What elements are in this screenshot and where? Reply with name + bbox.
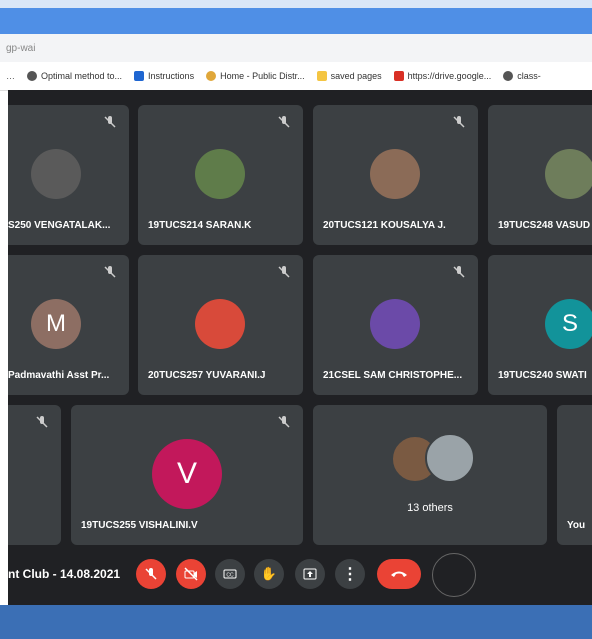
participant-tile[interactable]: 20TUCS257 YUVARANI.J: [138, 255, 303, 395]
url-text: gp-wai: [6, 43, 36, 54]
participant-name: S250 VENGATALAK...: [8, 220, 111, 231]
bookmark-class[interactable]: class-: [503, 71, 541, 81]
folder-icon: [316, 71, 327, 81]
svg-text:CC: CC: [226, 573, 234, 579]
raise-hand-icon: ✋: [260, 566, 278, 581]
mic-off-icon: [278, 416, 290, 428]
participant-tile[interactable]: V 19TUCS255 VISHALINI.V: [71, 405, 303, 545]
mic-off-icon: [145, 568, 157, 580]
meeting-title: nt Club - 14.08.2021: [8, 567, 121, 581]
mic-off-icon: [104, 266, 116, 278]
raise-hand-button[interactable]: ✋: [254, 559, 284, 589]
captions-icon: CC: [223, 569, 237, 579]
participant-name: 19TUCS255 VISHALINI.V: [81, 520, 198, 531]
taskbar: [0, 605, 592, 639]
end-call-icon: [391, 571, 407, 577]
others-tile[interactable]: 13 others: [313, 405, 547, 545]
participant-tile[interactable]: S250 VENGATALAK...: [8, 105, 129, 245]
globe-icon: [503, 71, 514, 81]
mic-off-icon: [278, 116, 290, 128]
participant-avatar: [370, 149, 420, 199]
meeting-controls: nt Club - 14.08.2021 CC ✋ ⋮: [8, 545, 592, 605]
more-icon: ⋮: [342, 566, 358, 583]
others-count-label: 13 others: [407, 502, 453, 514]
participant-name: 19TUCS214 SARAN.K: [148, 220, 252, 231]
participant-avatar: [370, 299, 420, 349]
instructions-icon: [134, 71, 145, 81]
camera-toggle-button[interactable]: [176, 559, 206, 589]
participant-avatar: [195, 299, 245, 349]
bookmark-optimal-method[interactable]: Optimal method to...: [27, 71, 122, 81]
bookmark-instructions[interactable]: Instructions: [134, 71, 194, 81]
camera-off-icon: [184, 567, 198, 581]
participant-avatar: [425, 433, 475, 483]
status-ring: [432, 553, 476, 597]
mic-off-icon: [278, 266, 290, 278]
bookmark-drive[interactable]: https://drive.google...: [393, 71, 491, 81]
mic-toggle-button[interactable]: [136, 559, 166, 589]
participant-name: 21CSEL SAM CHRISTOPHE...: [323, 370, 463, 381]
present-button[interactable]: [295, 559, 325, 589]
participant-avatar: [31, 149, 81, 199]
participant-name: 20TUCS121 KOUSALYA J.: [323, 220, 446, 231]
bookmarks-bar: … Optimal method to... Instructions Home…: [0, 62, 592, 91]
participant-tile[interactable]: [8, 405, 61, 545]
participant-avatar: S: [545, 299, 592, 349]
bookmark-home-public[interactable]: Home - Public Distr...: [206, 71, 305, 81]
window-title-strip: [0, 8, 592, 34]
participant-tile[interactable]: M Padmavathi Asst Pr...: [8, 255, 129, 395]
participant-avatar: M: [31, 299, 81, 349]
participant-name: 19TUCS240 SWATI: [498, 370, 587, 381]
participant-avatar: [195, 149, 245, 199]
participant-tile[interactable]: 19TUCS248 VASUD: [488, 105, 592, 245]
present-icon: [303, 568, 317, 580]
participant-name: 19TUCS248 VASUD: [498, 220, 591, 231]
mic-off-icon: [36, 416, 48, 428]
participant-name: You: [567, 520, 586, 531]
participant-avatar: V: [152, 439, 222, 509]
address-bar[interactable]: gp-wai: [0, 34, 592, 62]
self-tile[interactable]: You: [557, 405, 592, 545]
participant-tile[interactable]: S 19TUCS240 SWATI: [488, 255, 592, 395]
gmail-icon: [393, 71, 404, 81]
bookmark-saved-pages[interactable]: saved pages: [316, 71, 382, 81]
participant-tile[interactable]: 20TUCS121 KOUSALYA J.: [313, 105, 478, 245]
home-icon: [206, 71, 217, 81]
participant-tile[interactable]: 21CSEL SAM CHRISTOPHE...: [313, 255, 478, 395]
end-call-button[interactable]: [377, 559, 421, 589]
globe-icon: [27, 71, 37, 81]
mic-off-icon: [453, 116, 465, 128]
mic-off-icon: [104, 116, 116, 128]
mic-off-icon: [453, 266, 465, 278]
captions-button[interactable]: CC: [215, 559, 245, 589]
window-top-bar: [0, 0, 592, 34]
participant-avatar: [545, 149, 592, 199]
participant-tile[interactable]: 19TUCS214 SARAN.K: [138, 105, 303, 245]
participant-name: Padmavathi Asst Pr...: [8, 370, 110, 381]
meet-video-grid: S250 VENGATALAK... 19TUCS214 SARAN.K 20T…: [8, 90, 592, 605]
participant-name: 20TUCS257 YUVARANI.J: [148, 370, 266, 381]
more-options-button[interactable]: ⋮: [335, 559, 365, 589]
